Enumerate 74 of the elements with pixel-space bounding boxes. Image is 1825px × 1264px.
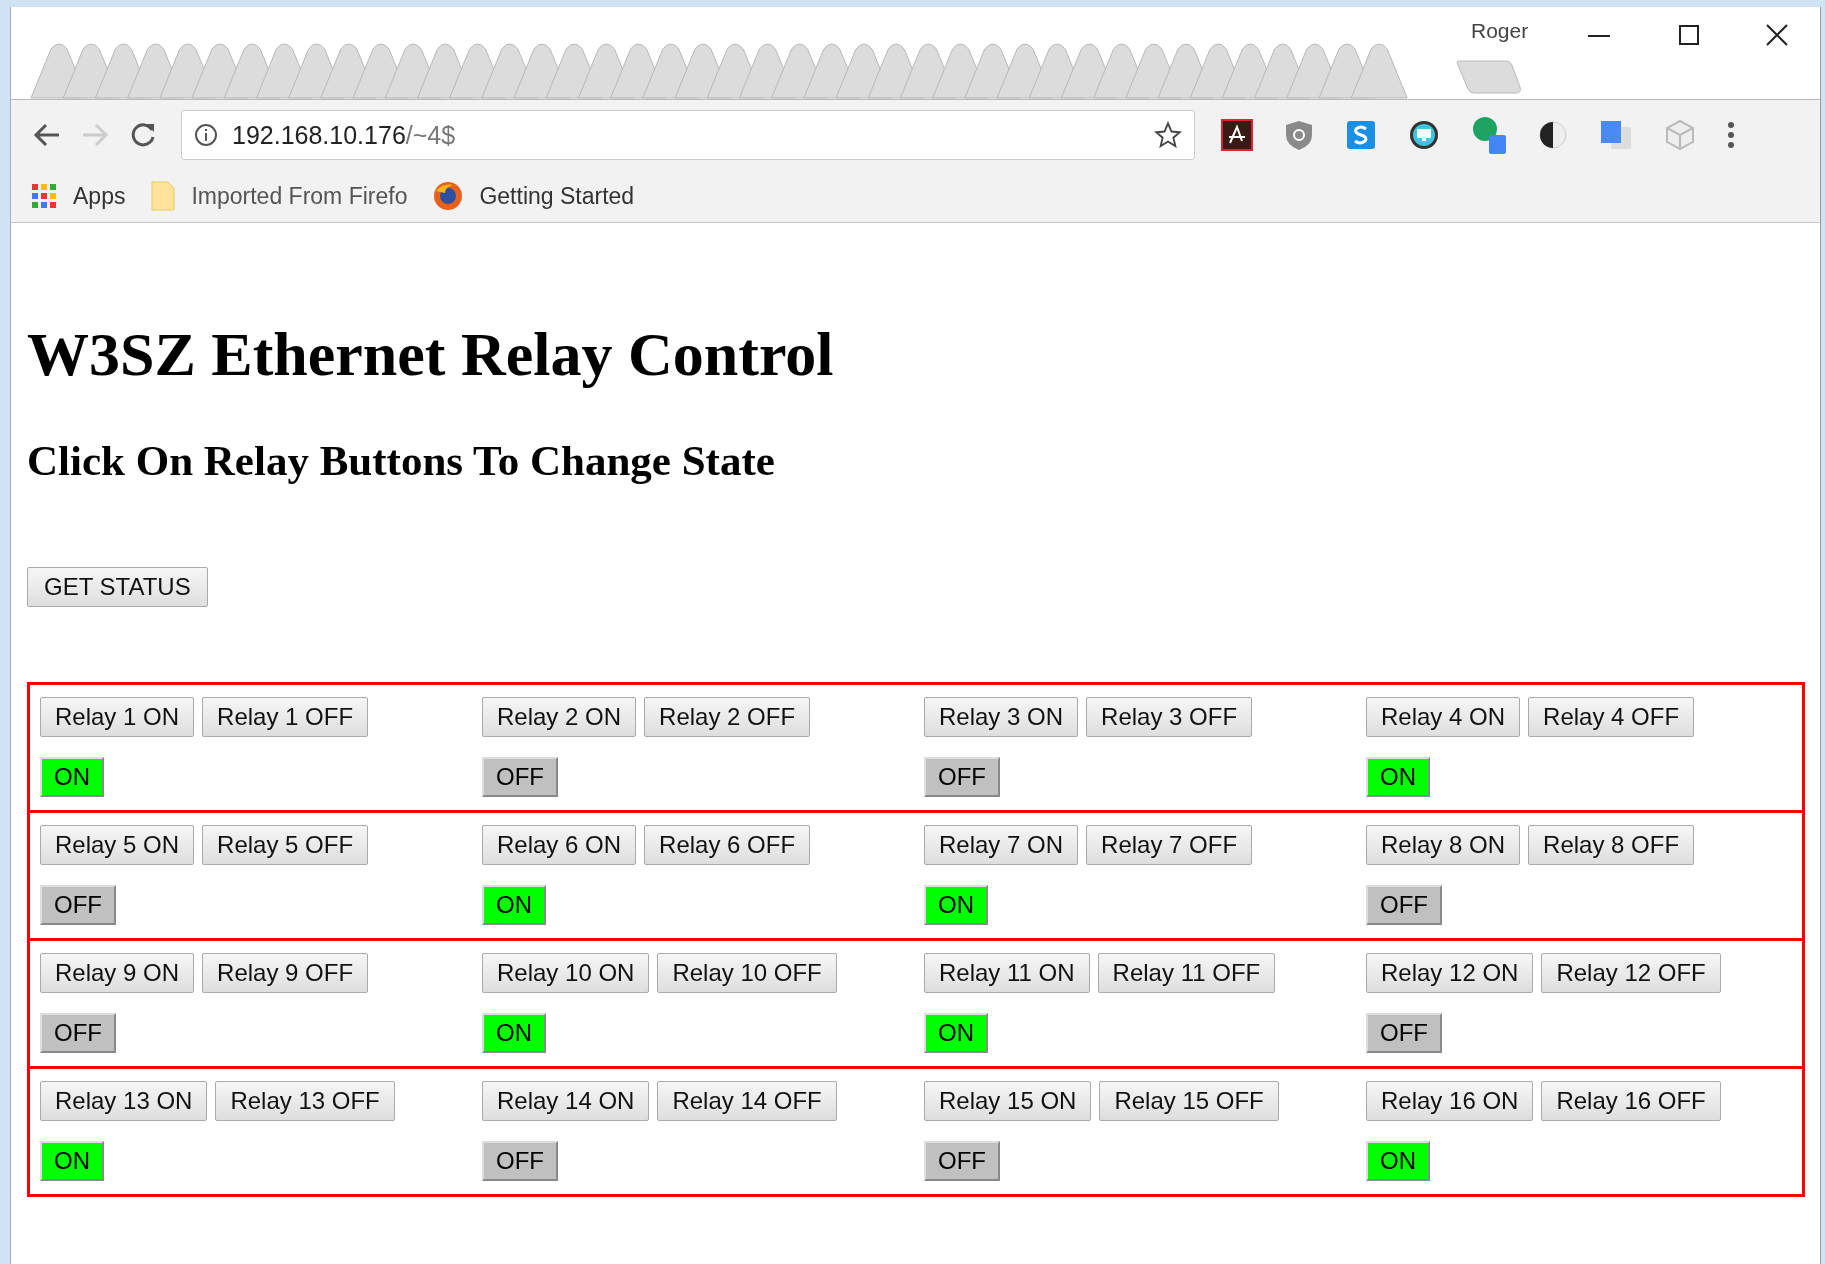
get-status-button[interactable]: GET STATUS bbox=[27, 567, 208, 607]
relay-off-button[interactable]: Relay 13 OFF bbox=[215, 1081, 395, 1121]
relay-status-indicator: OFF bbox=[482, 1141, 558, 1181]
relay-off-button[interactable]: Relay 11 OFF bbox=[1097, 953, 1276, 993]
apps-grid-icon bbox=[31, 183, 57, 209]
relay-status-indicator: OFF bbox=[1366, 885, 1442, 925]
relay-status-indicator: ON bbox=[924, 1013, 988, 1053]
relay-off-button[interactable]: Relay 12 OFF bbox=[1541, 953, 1721, 993]
bookmark[interactable]: Getting Started bbox=[433, 181, 635, 211]
relay-status-indicator: ON bbox=[40, 1141, 104, 1181]
s-app-icon[interactable] bbox=[1345, 119, 1377, 151]
relay-off-button[interactable]: Relay 3 OFF bbox=[1086, 697, 1253, 737]
relay-on-button[interactable]: Relay 10 ON bbox=[482, 953, 650, 993]
menu-icon[interactable] bbox=[1727, 122, 1735, 148]
relay-status-indicator: ON bbox=[482, 1013, 546, 1053]
relay-status-indicator: OFF bbox=[924, 1141, 1000, 1181]
relay-off-button[interactable]: Relay 2 OFF bbox=[644, 697, 811, 737]
page-title: W3SZ Ethernet Relay Control bbox=[27, 319, 834, 390]
relay-off-button[interactable]: Relay 6 OFF bbox=[644, 825, 811, 865]
relay-off-button[interactable]: Relay 7 OFF bbox=[1086, 825, 1253, 865]
pdf-icon[interactable] bbox=[1221, 119, 1253, 151]
relay-on-button[interactable]: Relay 5 ON bbox=[40, 825, 195, 865]
address-bar[interactable]: 192.168.10.176/~4$ bbox=[181, 110, 1195, 160]
globe-icon bbox=[433, 181, 464, 211]
relay-off-button[interactable]: Relay 1 OFF bbox=[202, 697, 369, 737]
url-text: 192.168.10.176/~4$ bbox=[232, 120, 457, 150]
monitor-icon[interactable] bbox=[1408, 119, 1440, 151]
relay-on-button[interactable]: Relay 14 ON bbox=[482, 1081, 650, 1121]
relay-on-button[interactable]: Relay 11 ON bbox=[924, 953, 1090, 993]
contrast-icon[interactable] bbox=[1538, 120, 1568, 150]
relay-off-button[interactable]: Relay 14 OFF bbox=[657, 1081, 837, 1121]
bookmark[interactable]: Imported From Firefo bbox=[151, 181, 408, 211]
chat-icon[interactable] bbox=[1471, 115, 1507, 155]
forward-icon bbox=[81, 123, 109, 147]
relay-status-indicator: ON bbox=[1366, 1141, 1430, 1181]
relay-status-indicator: ON bbox=[1366, 757, 1430, 797]
relay-off-button[interactable]: Relay 4 OFF bbox=[1528, 697, 1695, 737]
close-icon[interactable] bbox=[1766, 24, 1788, 46]
bookmark[interactable]: Apps bbox=[31, 182, 126, 210]
relay-status-indicator: OFF bbox=[40, 1013, 116, 1053]
relay-on-button[interactable]: Relay 6 ON bbox=[482, 825, 637, 865]
relay-status-indicator: OFF bbox=[482, 757, 558, 797]
relay-status-indicator: OFF bbox=[1366, 1013, 1442, 1053]
shield-icon[interactable] bbox=[1284, 119, 1314, 151]
relay-off-button[interactable]: Relay 9 OFF bbox=[202, 953, 369, 993]
relay-status-indicator: ON bbox=[482, 885, 546, 925]
relay-status-indicator: OFF bbox=[40, 885, 116, 925]
relay-off-button[interactable]: Relay 16 OFF bbox=[1541, 1081, 1721, 1121]
relay-on-button[interactable]: Relay 12 ON bbox=[1366, 953, 1534, 993]
relay-off-button[interactable]: Relay 15 OFF bbox=[1099, 1081, 1279, 1121]
profile-name[interactable]: Roger bbox=[1471, 19, 1529, 43]
relay-off-button[interactable]: Relay 5 OFF bbox=[202, 825, 369, 865]
relay-on-button[interactable]: Relay 7 ON bbox=[924, 825, 1079, 865]
relay-on-button[interactable]: Relay 9 ON bbox=[40, 953, 195, 993]
maximize-icon[interactable] bbox=[1679, 25, 1699, 45]
relay-off-button[interactable]: Relay 8 OFF bbox=[1528, 825, 1695, 865]
relay-on-button[interactable]: Relay 16 ON bbox=[1366, 1081, 1534, 1121]
relay-status-indicator: OFF bbox=[924, 757, 1000, 797]
relay-on-button[interactable]: Relay 4 ON bbox=[1366, 697, 1521, 737]
relay-on-button[interactable]: Relay 8 ON bbox=[1366, 825, 1521, 865]
reload-icon[interactable] bbox=[129, 121, 157, 149]
star-icon[interactable] bbox=[1154, 121, 1182, 149]
back-icon[interactable] bbox=[33, 123, 61, 147]
relay-on-button[interactable]: Relay 13 ON bbox=[40, 1081, 208, 1121]
relay-on-button[interactable]: Relay 15 ON bbox=[924, 1081, 1092, 1121]
relay-on-button[interactable]: Relay 2 ON bbox=[482, 697, 637, 737]
relay-status-indicator: ON bbox=[40, 757, 104, 797]
info-icon[interactable] bbox=[194, 123, 218, 147]
page-subtitle: Click On Relay Buttons To Change State bbox=[27, 436, 775, 486]
folder-icon bbox=[151, 181, 176, 211]
relay-on-button[interactable]: Relay 1 ON bbox=[40, 697, 195, 737]
relay-status-indicator: ON bbox=[924, 885, 988, 925]
relay-off-button[interactable]: Relay 10 OFF bbox=[657, 953, 837, 993]
relay-on-button[interactable]: Relay 3 ON bbox=[924, 697, 1079, 737]
